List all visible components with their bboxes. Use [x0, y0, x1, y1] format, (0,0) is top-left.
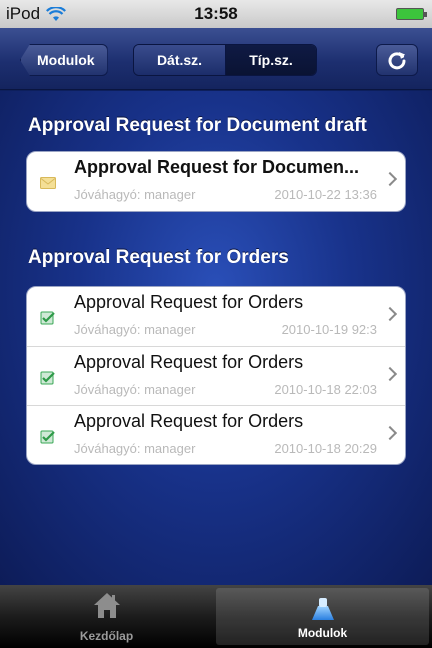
row-title: Approval Request for Orders [74, 292, 304, 312]
segment-date-sort[interactable]: Dát.sz. [134, 45, 225, 75]
approval-list: Approval Request for Document draft Appr… [0, 91, 432, 585]
refresh-button[interactable] [376, 44, 418, 76]
chevron-right-icon [382, 425, 398, 441]
tab-home-label: Kezdőlap [79, 629, 134, 643]
group-document-draft: Approval Request for Documen... Jóváhagy… [26, 151, 406, 212]
envelope-icon [40, 177, 56, 189]
list-item[interactable]: Approval Request for Orders Jóváhagyó: m… [27, 405, 405, 464]
approved-document-icon [40, 311, 55, 325]
chevron-right-icon [382, 366, 398, 382]
approved-document-icon [40, 371, 55, 385]
battery-icon [396, 8, 427, 20]
home-icon [93, 593, 120, 618]
row-title: Approval Request for Documen... [74, 157, 360, 177]
tab-bar: Kezdőlap Modulok [0, 585, 432, 648]
row-title: Approval Request for Orders [74, 411, 304, 431]
status-bar: iPod 13:58 [0, 0, 432, 28]
modules-icon [311, 598, 334, 620]
row-approver: Jóváhagyó: manager [74, 382, 196, 397]
row-date: 2010-10-18 20:29 [274, 441, 377, 456]
tab-home[interactable]: Kezdőlap [0, 585, 213, 648]
list-item[interactable]: Approval Request for Documen... Jóváhagy… [27, 152, 405, 211]
tab-modules[interactable]: Modulok [216, 588, 429, 645]
row-approver: Jóváhagyó: manager [74, 187, 196, 202]
segment-type-sort[interactable]: Típ.sz. [225, 45, 316, 75]
refresh-icon [388, 52, 406, 70]
section-title-orders: Approval Request for Orders [28, 247, 289, 268]
row-date: 2010-10-22 13:36 [274, 187, 377, 202]
approved-document-icon [40, 430, 55, 444]
row-date: 2010-10-18 22:03 [274, 382, 377, 397]
tab-modules-label: Modulok [297, 626, 348, 640]
section-title-document-draft: Approval Request for Document draft [28, 115, 367, 136]
navigation-bar: Modulok Dát.sz. Típ.sz. [0, 28, 432, 90]
list-item[interactable]: Approval Request for Orders Jóváhagyó: m… [27, 287, 405, 346]
chevron-right-icon [382, 171, 398, 187]
list-item[interactable]: Approval Request for Orders Jóváhagyó: m… [27, 346, 405, 405]
row-date: 2010-10-19 92:3 [281, 322, 377, 337]
back-button[interactable]: Modulok [20, 44, 108, 76]
row-approver: Jóváhagyó: manager [74, 441, 196, 456]
row-approver: Jóváhagyó: manager [74, 322, 196, 337]
group-orders: Approval Request for Orders Jóváhagyó: m… [26, 286, 406, 465]
chevron-right-icon [382, 306, 398, 322]
clock: 13:58 [194, 4, 238, 23]
sort-segmented-control: Dát.sz. Típ.sz. [133, 44, 317, 76]
row-title: Approval Request for Orders [74, 352, 304, 372]
